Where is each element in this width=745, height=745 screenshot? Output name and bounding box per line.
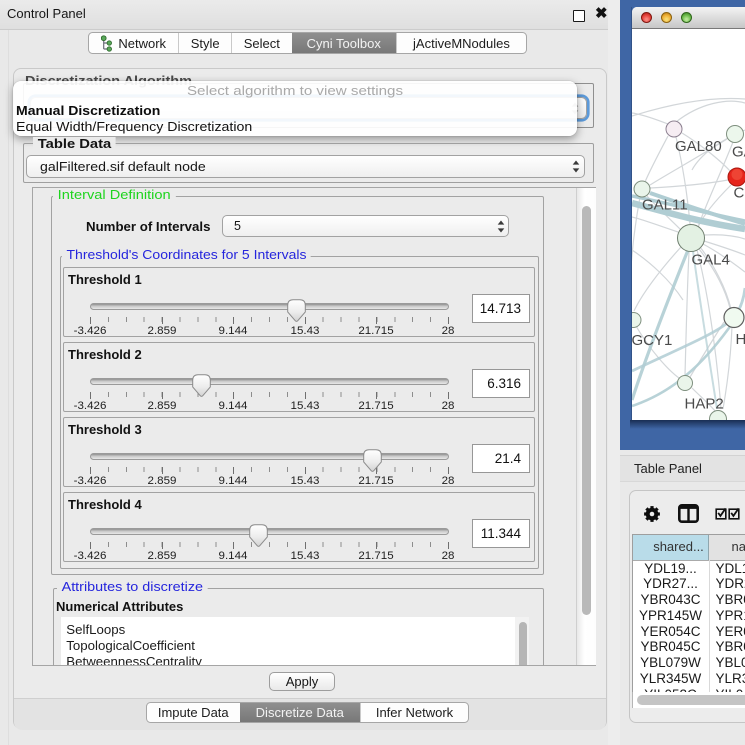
svg-text:H: H — [736, 331, 745, 348]
svg-text:GAL80: GAL80 — [675, 138, 722, 155]
svg-text:GA: GA — [732, 144, 745, 161]
svg-text:C: C — [734, 185, 745, 202]
svg-text:GCY1: GCY1 — [632, 332, 672, 349]
svg-text:GAL11: GAL11 — [642, 197, 688, 214]
svg-text:GAL4: GAL4 — [692, 252, 730, 269]
svg-text:HAP2: HAP2 — [685, 396, 724, 413]
